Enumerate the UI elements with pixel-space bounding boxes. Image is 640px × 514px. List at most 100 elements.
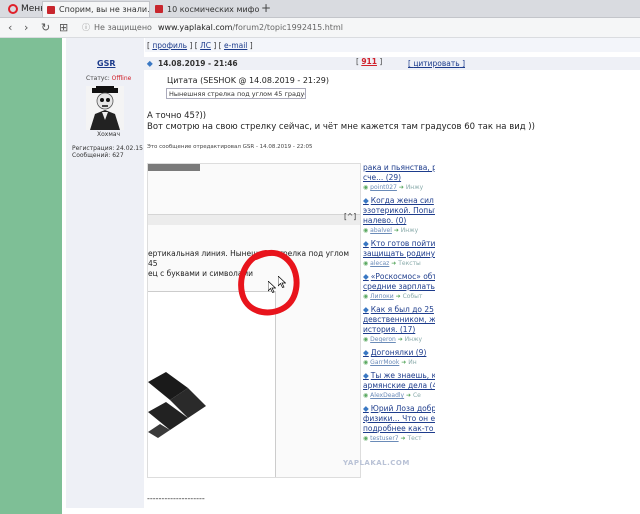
feed-item-section[interactable]: Тест (407, 435, 421, 442)
profile-link[interactable]: профиль (152, 41, 187, 50)
feed-item-title-line2[interactable]: сче... (29) (363, 173, 435, 183)
quote-button-label: цитировать (413, 59, 460, 68)
feed-item[interactable]: ◆ «Роскосмос» обт средние зарплаты с ◉ Ли… (363, 272, 435, 302)
feed-item-title-text: «Роскосмос» обт (370, 272, 435, 281)
drop-icon: ◆ (363, 196, 369, 205)
feed-item-user[interactable]: Липоки (370, 293, 394, 300)
signature-separator: -------------------- (147, 494, 205, 503)
scroll-up-link[interactable]: [^] (344, 212, 356, 221)
feed-item[interactable]: ◆ Кто готов пойти защищать родину? ◉ alec… (363, 239, 435, 269)
pm-link[interactable]: ЛС (200, 41, 211, 50)
feed-item-title-text: Догонялки (9) (370, 348, 427, 357)
feed-item-section[interactable]: Инжу (405, 336, 422, 343)
url-domain: www.yaplakal.com (157, 23, 233, 32)
drop-icon: ◆ (363, 371, 369, 380)
feed-item-user[interactable]: point027 (370, 184, 397, 191)
rating-value[interactable]: 911 (361, 57, 377, 66)
feed-item-title-text: Кто готов пойти (370, 239, 435, 248)
email-link[interactable]: e-mail (224, 41, 247, 50)
user-icon: ◉ (363, 435, 369, 442)
quote-button[interactable]: [ цитировать ] (408, 59, 465, 68)
feed-item-meta: ◉ abalvel ➜ Инжу (363, 226, 435, 236)
feed-item-title[interactable]: ◆ Ты же знаешь, к (363, 371, 435, 381)
feed-item-meta: ◉ Липоки ➜ Событ (363, 292, 435, 302)
feed-item-title-line3[interactable]: налево. (0) (363, 216, 435, 226)
feed-item-title-text: Когда жена сил (370, 196, 434, 205)
message-count: Сообщений: 627 (72, 152, 124, 159)
new-tab-button[interactable]: + (261, 1, 271, 15)
drop-icon: ◆ (363, 348, 369, 357)
feed-item-title-line2[interactable]: физики... Что он ес (363, 414, 435, 424)
drop-icon: ◆ (363, 239, 369, 248)
related-topics-feed: рака и пьянства, р сче... (29) ◉ point02… (363, 163, 435, 483)
watermark: YAPLAKAL.COM (343, 459, 410, 467)
feed-item-title[interactable]: ◆ «Роскосмос» обт (363, 272, 435, 282)
user-icon: ◉ (363, 260, 369, 267)
feed-item-title-line2[interactable]: средние зарплаты с (363, 282, 435, 292)
image-gray-strip (148, 214, 360, 225)
feed-item-meta: ◉ GarrMook ➜ Ин (363, 358, 435, 368)
feed-item[interactable]: ◆ Ты же знаешь, к армянские дела (45 ◉ Al… (363, 371, 435, 401)
quote-text: Нынешняя стрелка под углом 45 градусов..… (166, 88, 306, 99)
url-path: /forum2/topic1992415.html (232, 23, 343, 32)
user-rank: Хохмач (97, 131, 121, 138)
feed-item-user[interactable]: Degeron (370, 336, 396, 343)
insecure-icon: ⓘ (82, 23, 90, 32)
feed-item-title[interactable]: рака и пьянства, р (363, 163, 435, 173)
feed-item-section[interactable]: Инжу (401, 227, 418, 234)
feed-item-title[interactable]: ◆ Кто готов пойти (363, 239, 435, 249)
tab-active[interactable]: Спорим, вы не знали... ✕ (42, 1, 150, 17)
feed-item-title-line3[interactable]: подробнее как-то зал (363, 424, 435, 434)
feed-item[interactable]: ◆ Как я был до 25 девственником, жи истор… (363, 305, 435, 345)
arrow-right-icon: ➜ (400, 435, 406, 442)
feed-item[interactable]: ◆ Юрий Лоза добр физики... Что он ес подр… (363, 404, 435, 444)
feed-item-meta: ◉ point027 ➜ Инжу (363, 183, 435, 193)
feed-item-user[interactable]: GarrMook (370, 359, 399, 366)
feed-item-user[interactable]: testuser7 (370, 435, 398, 442)
feed-item-section[interactable]: Се (413, 392, 421, 399)
feed-item-title-line3[interactable]: история. (17) (363, 325, 435, 335)
feed-item-title-line2[interactable]: девственником, жи (363, 315, 435, 325)
feed-item[interactable]: ◆ Когда жена сил эзотерикой. Попыт налево… (363, 196, 435, 236)
post-author-link[interactable]: GSR (97, 59, 116, 68)
url-field[interactable]: ⓘ Не защищено www.yaplakal.com/forum2/to… (82, 20, 634, 35)
feed-item[interactable]: ◆ Догонялки (9) ◉ GarrMook ➜ Ин (363, 348, 435, 368)
avatar[interactable] (86, 86, 124, 130)
feed-item-user[interactable]: AlexDeadly (370, 392, 404, 399)
user-icon: ◉ (363, 184, 369, 191)
user-icon: ◉ (363, 336, 369, 343)
feed-item-section[interactable]: Ин (408, 359, 416, 366)
feed-item-title[interactable]: ◆ Юрий Лоза добр (363, 404, 435, 414)
feed-item-title[interactable]: ◆ Как я был до 25 (363, 305, 435, 315)
speed-dial-icon[interactable]: ⊞ (59, 20, 68, 35)
feed-item-section[interactable]: Инжу (406, 184, 423, 191)
feed-item-user[interactable]: alecaz (370, 260, 389, 267)
feed-item-section[interactable]: Тексты (398, 260, 421, 267)
arrow-right-icon: ➜ (406, 392, 412, 399)
address-bar: ‹ › ↻ ⊞ ⓘ Не защищено www.yaplakal.com/f… (0, 18, 640, 38)
tab-title: 10 космических мифов, о (167, 4, 259, 14)
user-icon: ◉ (363, 359, 369, 366)
feed-item-title[interactable]: ◆ Догонялки (9) (363, 348, 435, 358)
profile-links-bar: [ профиль ] [ ЛС ] [ e-mail ] (145, 38, 640, 52)
forward-button[interactable]: › (24, 20, 28, 35)
feed-item-title-line2[interactable]: защищать родину? (363, 249, 435, 259)
user-status: Статус: Offline (86, 75, 131, 82)
feed-item-section[interactable]: Событ (403, 293, 423, 300)
feed-item-user[interactable]: abalvel (370, 227, 392, 234)
post-body-line1: А точно 45?)) (147, 111, 207, 121)
post-body-line2: Вот смотрю на свою стрелку сейчас, и чёт… (147, 122, 535, 132)
back-button[interactable]: ‹ (8, 20, 12, 35)
feed-item[interactable]: рака и пьянства, р сче... (29) ◉ point02… (363, 163, 435, 193)
status-value: Offline (111, 75, 132, 82)
tab-inactive[interactable]: 10 космических мифов, о ✕ (151, 1, 259, 17)
quote-title: Цитата (SESHOK @ 14.08.2019 - 21:29) (167, 76, 330, 85)
reload-button[interactable]: ↻ (41, 20, 50, 35)
feed-item-title-line2[interactable]: армянские дела (45 (363, 381, 435, 391)
user-icon: ◉ (363, 227, 369, 234)
opera-logo-icon (8, 3, 18, 14)
post-anchor-icon[interactable]: ⬥ (147, 59, 153, 69)
feed-item-title[interactable]: ◆ Когда жена сил (363, 196, 435, 206)
feed-item-title-line2[interactable]: эзотерикой. Попыт (363, 206, 435, 216)
arrow-right-icon: ➜ (397, 336, 403, 343)
